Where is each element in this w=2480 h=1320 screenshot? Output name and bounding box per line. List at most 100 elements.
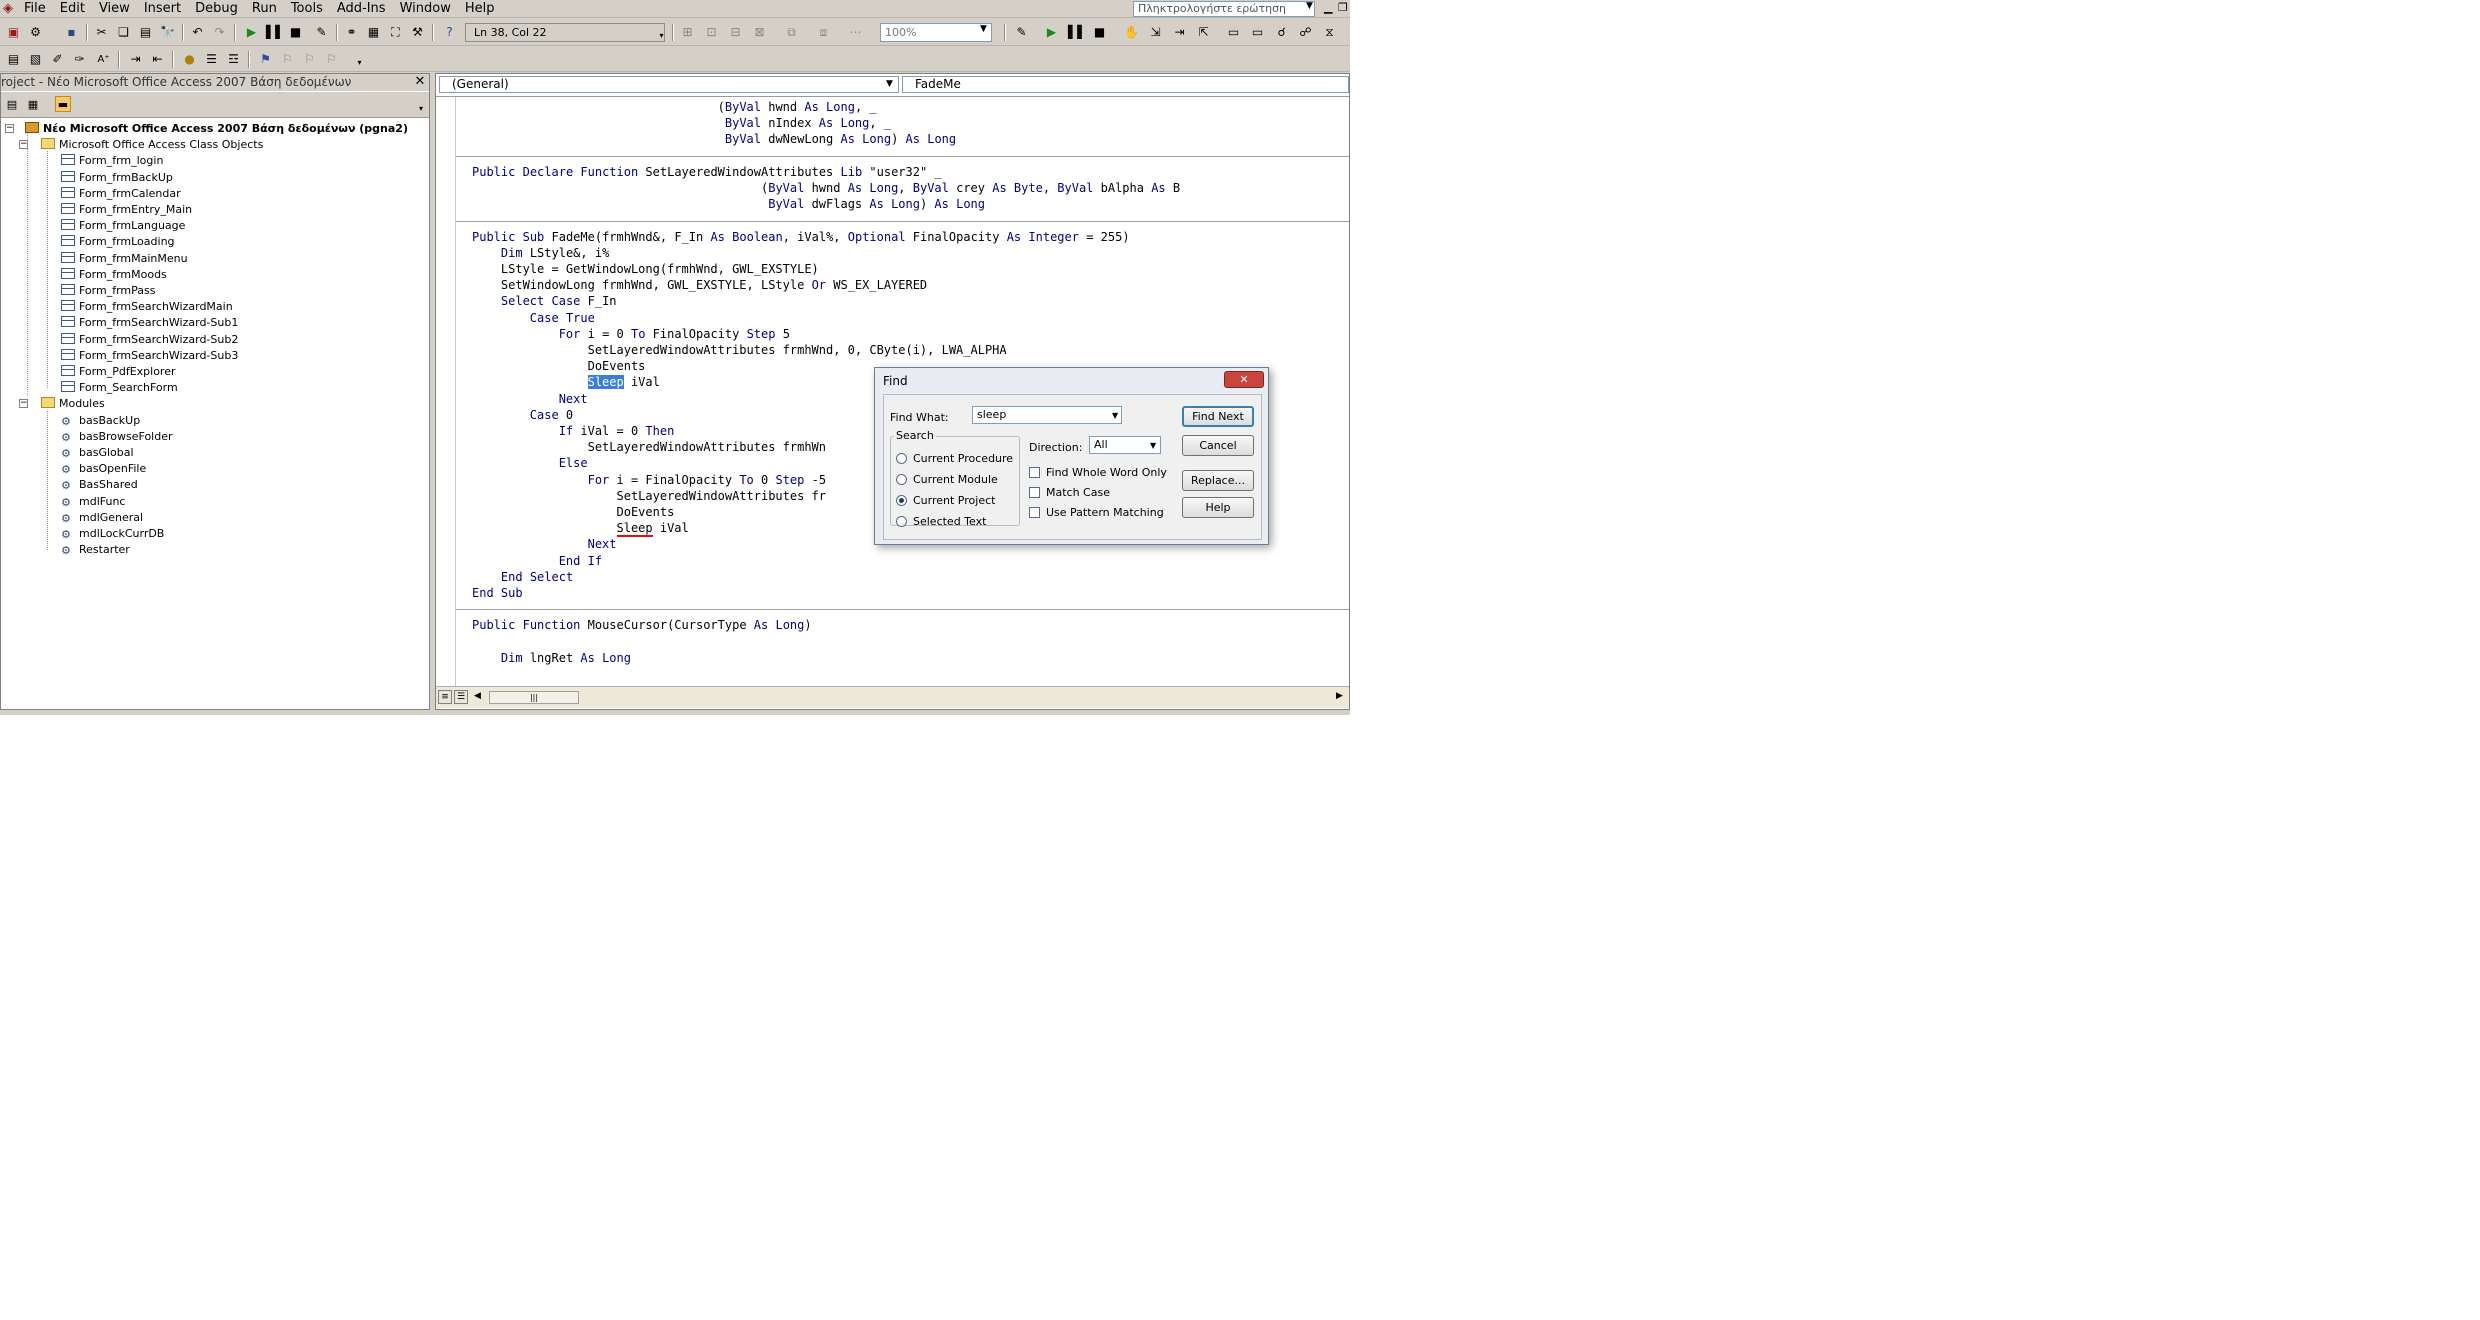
full-module-view-icon[interactable]: ☰ bbox=[454, 690, 468, 704]
code-line[interactable]: ByVal dwFlags As Long) As Long bbox=[472, 196, 985, 212]
app-icon[interactable]: ◈ bbox=[0, 0, 17, 18]
code-line[interactable]: ByVal dwNewLong As Long) As Long bbox=[472, 131, 956, 147]
code-line[interactable]: Case True bbox=[472, 310, 595, 326]
minimize-icon[interactable]: ▁ bbox=[1324, 1, 1332, 14]
code-line[interactable]: Public Sub FadeMe(frmhWnd&, F_In As Bool… bbox=[472, 229, 1130, 245]
label-whole-word[interactable]: Find Whole Word Only bbox=[1046, 466, 1167, 479]
replace-button[interactable]: Replace... bbox=[1182, 470, 1254, 491]
tree-item-form[interactable]: Form_SearchForm bbox=[61, 380, 178, 396]
align-icon[interactable]: ⊞ bbox=[680, 25, 695, 40]
tree-item-module[interactable]: ⚙ basOpenFile bbox=[61, 461, 146, 477]
code-line[interactable]: Select Case F_In bbox=[472, 293, 617, 309]
toolbar-options-icon-2[interactable]: ▾ bbox=[352, 55, 367, 70]
step-into-icon[interactable]: ⇲ bbox=[1148, 25, 1163, 40]
option-current-procedure[interactable]: Current Procedure bbox=[913, 452, 1013, 465]
scroll-right-icon[interactable]: ▶ bbox=[1336, 691, 1343, 701]
tree-item-form[interactable]: Form_frmSearchWizard-Sub3 bbox=[61, 348, 238, 364]
code-line[interactable]: Dim lngRet As Long bbox=[472, 650, 631, 666]
cancel-button[interactable]: Cancel bbox=[1182, 435, 1254, 456]
find-next-button[interactable]: Find Next bbox=[1182, 406, 1254, 427]
radio-selected-text[interactable] bbox=[896, 516, 907, 527]
code-line[interactable]: End If bbox=[472, 553, 602, 569]
radio-current-project[interactable] bbox=[896, 495, 907, 506]
tree-item-form[interactable]: Form_frmLoading bbox=[61, 234, 175, 250]
code-line[interactable]: If iVal = 0 Then bbox=[472, 423, 675, 439]
tree-item-form[interactable]: Form_frmMoods bbox=[61, 267, 167, 283]
code-line[interactable]: ByVal nIndex As Long, _ bbox=[472, 115, 891, 131]
object-combo[interactable]: (General) bbox=[439, 76, 899, 93]
toolbar-options-icon-3[interactable]: ▾ bbox=[413, 100, 429, 116]
spacing-icon[interactable]: ⋯ bbox=[848, 25, 863, 40]
menu-help[interactable]: Help bbox=[458, 0, 502, 18]
procedure-view-icon[interactable]: ≡ bbox=[438, 690, 452, 704]
tree-item-project[interactable]: − Νέο Microsoft Office Access 2007 Βάση δ… bbox=[5, 121, 408, 137]
quick-watch-icon[interactable]: ☍ bbox=[1298, 25, 1313, 40]
menu-edit[interactable]: Edit bbox=[53, 0, 92, 18]
checkbox-pattern-matching[interactable] bbox=[1029, 507, 1040, 518]
cut-icon[interactable]: ✂ bbox=[94, 25, 109, 40]
break-icon-2[interactable]: ▌▌ bbox=[1068, 25, 1086, 40]
zoom-dropdown-icon[interactable]: ▼ bbox=[980, 24, 987, 34]
step-out-icon[interactable]: ⇱ bbox=[1196, 25, 1211, 40]
tree-item-form[interactable]: Form_frmCalendar bbox=[61, 186, 181, 202]
collapse-icon[interactable]: − bbox=[5, 124, 14, 133]
menu-insert[interactable]: Insert bbox=[137, 0, 188, 18]
copy-icon[interactable]: ❏ bbox=[116, 25, 131, 40]
tree-item-form[interactable]: Form_frmLanguage bbox=[61, 218, 185, 234]
ungroup-icon[interactable]: ⧈ bbox=[816, 25, 831, 40]
next-bookmark-icon[interactable]: ⚐ bbox=[280, 52, 295, 67]
close-icon[interactable]: ✕ bbox=[413, 75, 427, 89]
view-object-icon[interactable]: ▦ bbox=[25, 96, 41, 112]
close-icon[interactable]: ✕ bbox=[1224, 371, 1264, 388]
tree-item-form[interactable]: Form_frm_login bbox=[61, 153, 163, 169]
code-line[interactable]: SetWindowLong frmhWnd, GWL_EXSTYLE, LSty… bbox=[472, 277, 927, 293]
procedure-combo[interactable]: FadeMe bbox=[902, 76, 1349, 93]
direction-dropdown-icon[interactable]: ▼ bbox=[1150, 441, 1156, 450]
code-line[interactable]: Next bbox=[472, 536, 617, 552]
clear-bookmarks-icon[interactable]: ⚐ bbox=[324, 52, 339, 67]
menu-add-ins[interactable]: Add-Ins bbox=[330, 0, 393, 18]
radio-current-module[interactable] bbox=[896, 474, 907, 485]
size-icon[interactable]: ⊟ bbox=[728, 25, 743, 40]
code-line[interactable]: SetLayeredWindowAttributes frmhWnd, 0, C… bbox=[472, 342, 1007, 358]
code-line[interactable]: Else bbox=[472, 455, 588, 471]
watch-icon[interactable]: ☌ bbox=[1274, 25, 1289, 40]
code-line[interactable]: SetLayeredWindowAttributes fr bbox=[472, 488, 826, 504]
view-code-icon[interactable]: ▤ bbox=[4, 96, 20, 112]
uncomment-block-icon[interactable]: ☲ bbox=[226, 52, 241, 67]
menu-debug[interactable]: Debug bbox=[188, 0, 245, 18]
label-pattern-matching[interactable]: Use Pattern Matching bbox=[1046, 506, 1164, 519]
design-icon-2[interactable]: ✎ bbox=[1014, 25, 1029, 40]
checkbox-match-case[interactable] bbox=[1029, 487, 1040, 498]
object-browser-icon[interactable]: ⛶ bbox=[388, 25, 403, 40]
comment-block-icon[interactable]: ☰ bbox=[204, 52, 219, 67]
find-icon[interactable]: 🔭 bbox=[160, 25, 175, 40]
tree-item-module[interactable]: ⚙ basBrowseFolder bbox=[61, 429, 173, 445]
tree-item-form[interactable]: Form_frmEntry_Main bbox=[61, 202, 192, 218]
tree-item-form[interactable]: Form_frmMainMenu bbox=[61, 251, 188, 267]
previous-bookmark-icon[interactable]: ⚐ bbox=[302, 52, 317, 67]
toolbox-icon[interactable]: ⚒ bbox=[410, 25, 425, 40]
code-line[interactable]: For i = FinalOpacity To 0 Step -5 bbox=[472, 472, 826, 488]
tree-item-module[interactable]: ⚙ mdlLockCurrDB bbox=[61, 526, 164, 542]
view-access-icon[interactable]: ▣ bbox=[6, 25, 21, 40]
code-line[interactable]: Public Declare Function SetLayeredWindow… bbox=[472, 164, 942, 180]
tree-item-form[interactable]: Form_frmSearchWizard-Sub2 bbox=[61, 332, 238, 348]
project-explorer-icon[interactable]: ⚭ bbox=[344, 25, 359, 40]
menu-window[interactable]: Window bbox=[393, 0, 458, 18]
break-icon[interactable]: ▌▌ bbox=[266, 25, 284, 40]
menu-tools[interactable]: Tools bbox=[284, 0, 330, 18]
order-icon[interactable]: ⧉ bbox=[784, 25, 799, 40]
tree-item-module[interactable]: ⚙ Restarter bbox=[61, 542, 130, 558]
save-icon[interactable]: ▪ bbox=[64, 25, 79, 40]
code-line[interactable]: End Sub bbox=[472, 585, 523, 601]
code-margin[interactable] bbox=[436, 97, 456, 687]
code-line[interactable]: (ByVal hwnd As Long, _ bbox=[472, 99, 877, 115]
step-over-icon[interactable]: ⇥ bbox=[1172, 25, 1187, 40]
help-button[interactable]: Help bbox=[1182, 497, 1254, 518]
menu-view[interactable]: View bbox=[92, 0, 137, 18]
object-combo-dropdown-icon[interactable]: ▼ bbox=[886, 79, 893, 89]
code-line[interactable]: DoEvents bbox=[472, 504, 674, 520]
code-line[interactable]: DoEvents bbox=[472, 358, 646, 374]
toggle-bookmark-icon[interactable]: ⚑ bbox=[258, 52, 273, 67]
